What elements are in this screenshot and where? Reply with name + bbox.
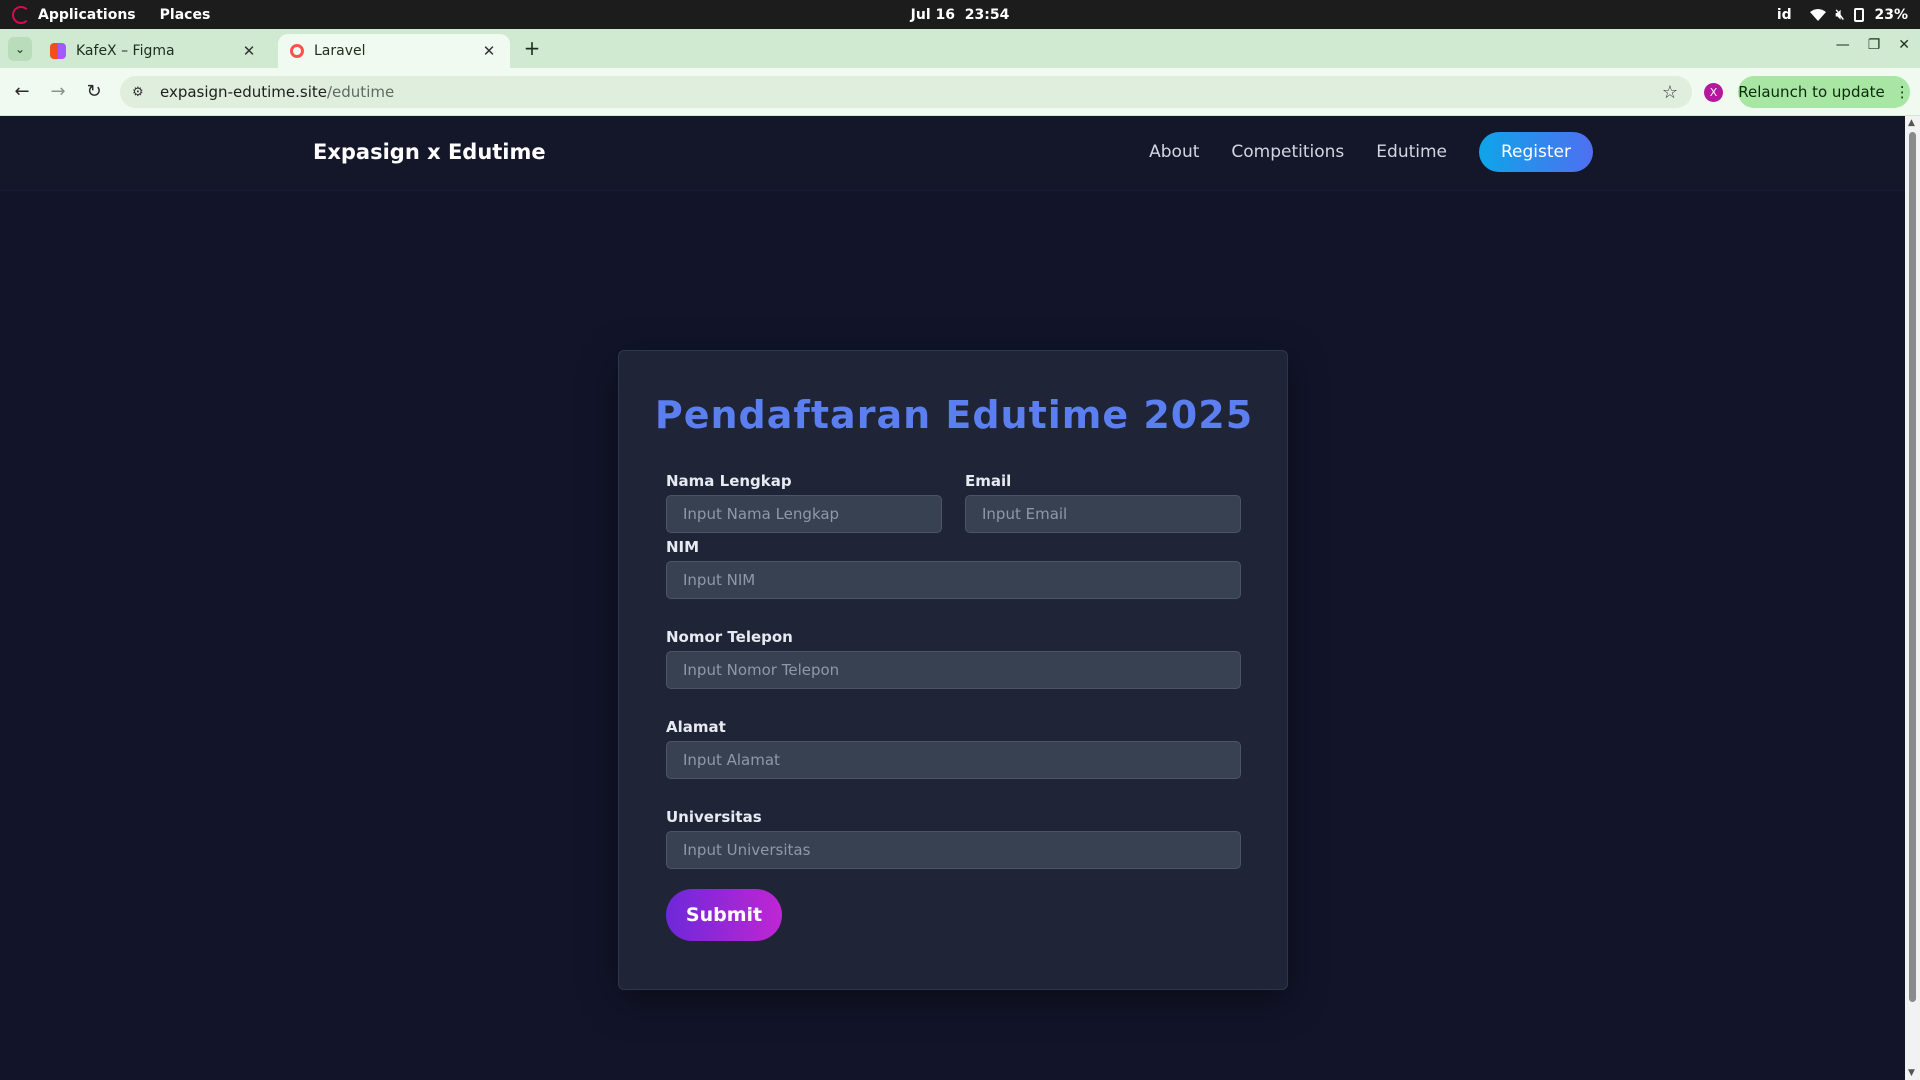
scroll-down-arrow-icon[interactable]: ▼ [1908, 1068, 1915, 1078]
wifi-icon [1809, 8, 1826, 21]
nim-label: NIM [666, 538, 700, 556]
chevron-down-icon: ⌄ [14, 42, 26, 56]
tab-laravel[interactable]: Laravel ✕ [278, 34, 510, 68]
window-controls: — ❐ ✕ [1836, 37, 1910, 53]
more-vertical-icon: ⋮ [1894, 83, 1910, 101]
reload-icon[interactable]: ↻ [82, 80, 106, 104]
system-top-bar: Applications Places Jul 16 23:54 id 🔇︎ 2… [0, 0, 1920, 29]
new-tab-button[interactable]: + [520, 37, 544, 61]
tab-title: Laravel [314, 43, 366, 59]
relaunch-label: Relaunch to update [1738, 83, 1885, 101]
back-arrow-icon[interactable]: ← [10, 80, 34, 104]
clock-date: Jul 16 [910, 6, 955, 23]
site-brand[interactable]: Expasign x Edutime [313, 140, 546, 164]
tab-search-button[interactable]: ⌄ [8, 37, 32, 61]
minimize-icon[interactable]: — [1836, 37, 1850, 53]
close-window-icon[interactable]: ✕ [1898, 37, 1910, 53]
applications-menu[interactable]: Applications [12, 5, 136, 24]
browser-toolbar: ← → ↻ ⚙ expasign-edutime.site/edutime ☆ … [0, 68, 1920, 116]
site-info-icon[interactable]: ⚙ [132, 85, 148, 100]
nama-lengkap-input[interactable] [666, 495, 942, 533]
page-viewport: Expasign x Edutime About Competitions Ed… [0, 116, 1905, 1080]
restore-icon[interactable]: ❐ [1868, 37, 1881, 53]
applications-label: Applications [38, 6, 136, 23]
page-scrollbar[interactable]: ▲ ▼ [1905, 116, 1920, 1080]
close-icon[interactable]: ✕ [240, 42, 258, 60]
forward-arrow-icon[interactable]: → [46, 80, 70, 104]
email-label: Email [965, 472, 1012, 490]
tab-title: KafeX – Figma [76, 43, 175, 59]
plus-icon: + [523, 36, 541, 60]
nomor-telepon-input[interactable] [666, 651, 1241, 689]
speaker-muted-icon: 🔇︎ [1835, 6, 1845, 23]
nama-lengkap-label: Nama Lengkap [666, 472, 792, 490]
url-path: /edutime [327, 83, 395, 101]
profile-avatar[interactable]: X [1704, 83, 1723, 102]
nav-link-competitions[interactable]: Competitions [1231, 142, 1344, 162]
site-nav: About Competitions Edutime Register [1149, 132, 1593, 172]
universitas-label: Universitas [666, 808, 762, 826]
system-status-menu[interactable]: 🔇︎ 23% [1809, 6, 1908, 23]
figma-favicon-icon [50, 43, 66, 59]
site-header: Expasign x Edutime About Competitions Ed… [0, 116, 1905, 190]
bookmark-star-icon[interactable]: ☆ [1662, 82, 1678, 103]
places-menu[interactable]: Places [160, 7, 211, 23]
browser-tab-strip: ⌄ KafeX – Figma ✕ Laravel ✕ + — ❐ ✕ [0, 29, 1920, 68]
universitas-input[interactable] [666, 831, 1241, 869]
scrollbar-thumb[interactable] [1909, 132, 1916, 1002]
url-host: expasign-edutime.site [160, 83, 327, 101]
address-bar[interactable]: ⚙ expasign-edutime.site/edutime ☆ [120, 76, 1692, 108]
nomor-telepon-label: Nomor Telepon [666, 628, 793, 646]
email-input[interactable] [965, 495, 1241, 533]
nav-link-edutime[interactable]: Edutime [1376, 142, 1447, 162]
nav-link-about[interactable]: About [1149, 142, 1199, 162]
laravel-favicon-icon [290, 44, 304, 58]
alamat-label: Alamat [666, 718, 726, 736]
tab-figma[interactable]: KafeX – Figma ✕ [38, 34, 270, 68]
registration-form-card: Pendaftaran Edutime 2025 Nama Lengkap Em… [618, 350, 1288, 990]
battery-icon [1854, 7, 1865, 22]
scroll-up-arrow-icon[interactable]: ▲ [1908, 118, 1915, 128]
battery-percentage: 23% [1874, 6, 1908, 23]
form-title: Pendaftaran Edutime 2025 [654, 393, 1254, 437]
clock-time: 23:54 [964, 6, 1010, 23]
relaunch-button[interactable]: Relaunch to update ⋮ [1738, 76, 1910, 108]
nim-input[interactable] [666, 561, 1241, 599]
close-icon[interactable]: ✕ [480, 42, 498, 60]
register-button[interactable]: Register [1479, 132, 1593, 172]
alamat-input[interactable] [666, 741, 1241, 779]
keyboard-layout-indicator[interactable]: id [1777, 7, 1792, 23]
clock[interactable]: Jul 16 23:54 [0, 0, 1920, 29]
submit-button[interactable]: Submit [666, 889, 782, 941]
debian-logo-icon [12, 5, 30, 24]
